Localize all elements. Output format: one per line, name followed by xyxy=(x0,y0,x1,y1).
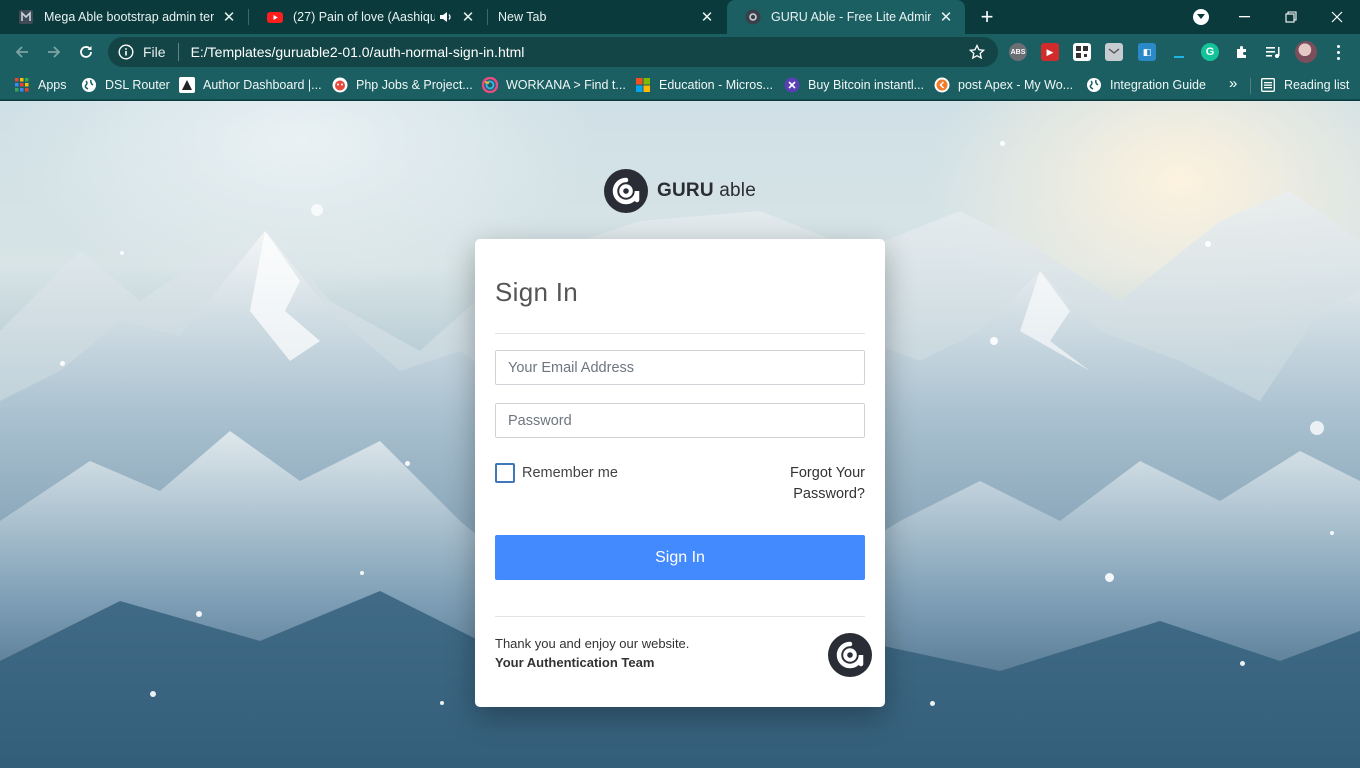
bookmark-author-dashboard[interactable]: Author Dashboard |... xyxy=(179,75,322,95)
tab-title: (27) Pain of love (Aashique 2 xyxy=(293,10,435,24)
bookmark-star-icon[interactable] xyxy=(968,43,986,61)
email-input[interactable] xyxy=(495,350,865,385)
tab-title: Mega Able bootstrap admin tem xyxy=(44,10,214,24)
globe-icon xyxy=(81,77,97,93)
close-tab-icon[interactable]: ✕ xyxy=(698,8,716,26)
bookmark-apps[interactable]: Apps xyxy=(14,75,67,95)
footer-message: Thank you and enjoy our website. Your Au… xyxy=(495,634,689,672)
browser-tab-strip: Mega Able bootstrap admin tem ✕ (27) Pai… xyxy=(0,0,1360,34)
reading-list-icon xyxy=(1260,77,1276,93)
tab-youtube[interactable]: (27) Pain of love (Aashique 2 ✕ xyxy=(249,0,487,34)
bookmark-buy-bitcoin[interactable]: Buy Bitcoin instantl... xyxy=(784,75,924,95)
remember-me-label: Remember me xyxy=(522,465,618,481)
team-text: Your Authentication Team xyxy=(495,655,655,670)
forgot-password-line1: Forgot Your xyxy=(790,465,865,481)
grammarly-icon[interactable]: G xyxy=(1201,43,1219,61)
close-tab-icon[interactable]: ✕ xyxy=(220,8,238,26)
apps-grid-icon xyxy=(14,77,30,93)
bookmark-integration-guide[interactable]: Integration Guide xyxy=(1086,75,1206,95)
remember-me-checkbox[interactable]: Remember me xyxy=(495,463,618,483)
screen-extension-icon[interactable]: ◧ xyxy=(1138,43,1156,61)
apex-icon xyxy=(934,77,950,93)
guru-logo-mark-icon xyxy=(828,633,872,677)
sign-in-card: Sign In Remember me Forgot Your Password… xyxy=(475,239,885,707)
logo-text-light: able xyxy=(719,180,756,201)
sign-in-title: Sign In xyxy=(495,277,579,307)
microsoft-icon xyxy=(635,77,651,93)
restore-icon[interactable] xyxy=(1268,0,1314,34)
bookmark-label: WORKANA > Find t... xyxy=(506,78,626,92)
media-control-icon[interactable] xyxy=(1264,43,1282,61)
bitcoin-icon xyxy=(784,77,800,93)
underline-extension-icon[interactable] xyxy=(1170,43,1188,61)
browser-toolbar: File E:/Templates/guruable2-01.0/auth-no… xyxy=(0,34,1360,70)
author-icon xyxy=(179,77,195,93)
workana-icon xyxy=(482,77,498,93)
divider xyxy=(495,333,865,334)
sign-in-button[interactable]: Sign In xyxy=(495,535,865,580)
bookmark-label: Php Jobs & Project... xyxy=(356,78,473,92)
speaker-icon[interactable] xyxy=(439,11,453,23)
tab-search-icon[interactable] xyxy=(1193,9,1209,25)
bookmark-label: Author Dashboard |... xyxy=(203,78,322,92)
php-jobs-icon xyxy=(332,77,348,93)
forgot-password-line2: Password? xyxy=(793,486,865,502)
mail-extension-icon[interactable] xyxy=(1105,43,1123,61)
bookmark-label: post Apex - My Wo... xyxy=(958,78,1074,92)
tab-new-tab[interactable]: New Tab ✕ xyxy=(488,0,726,34)
video-extension-icon[interactable]: ▶ xyxy=(1041,43,1059,61)
bookmark-education-microsoft[interactable]: Education - Micros... xyxy=(635,75,773,95)
reload-icon[interactable] xyxy=(73,39,99,65)
close-tab-icon[interactable]: ✕ xyxy=(937,8,955,26)
url-scheme: File xyxy=(143,44,166,60)
bookmark-php-jobs[interactable]: Php Jobs & Project... xyxy=(332,75,473,95)
bookmark-label: Apps xyxy=(38,78,67,92)
reading-list-button[interactable]: Reading list xyxy=(1260,75,1349,95)
tab-title: New Tab xyxy=(498,10,547,24)
guru-logo-mark-icon xyxy=(604,169,648,213)
tab-mega-able[interactable]: Mega Able bootstrap admin tem ✕ xyxy=(0,0,248,34)
bookmarks-bar: Apps DSL Router Author Dashboard |... Ph… xyxy=(0,70,1360,100)
globe-icon xyxy=(1086,77,1102,93)
bookmarks-overflow-icon[interactable]: » xyxy=(1229,75,1237,92)
bookmark-workana[interactable]: WORKANA > Find t... xyxy=(482,75,626,95)
new-tab-button[interactable]: + xyxy=(974,4,1000,29)
bookmark-label: Integration Guide xyxy=(1110,78,1206,92)
forward-arrow-icon[interactable] xyxy=(41,39,67,65)
password-input[interactable] xyxy=(495,403,865,438)
info-icon[interactable] xyxy=(118,44,134,60)
bookmark-label: Buy Bitcoin instantl... xyxy=(808,78,925,92)
reading-list-label: Reading list xyxy=(1284,78,1350,92)
close-tab-icon[interactable]: ✕ xyxy=(459,8,477,26)
url-text[interactable]: E:/Templates/guruable2-01.0/auth-normal-… xyxy=(191,44,968,60)
bookmark-label: DSL Router xyxy=(105,78,170,92)
bookmark-label: Education - Micros... xyxy=(659,78,773,92)
checkbox-box[interactable] xyxy=(495,463,515,483)
guru-favicon xyxy=(745,9,761,25)
bookmark-dsl-router[interactable]: DSL Router xyxy=(81,75,170,95)
close-window-icon[interactable] xyxy=(1314,0,1360,34)
thanks-text: Thank you and enjoy our website. xyxy=(495,636,690,651)
profile-avatar[interactable] xyxy=(1295,41,1317,63)
youtube-favicon xyxy=(267,9,283,25)
page-viewport: GURU able Sign In Remember me Forgot You… xyxy=(0,101,1360,768)
tab-title: GURU Able - Free Lite Admin Ten xyxy=(771,10,931,24)
adblock-extension-icon[interactable]: ABS xyxy=(1009,43,1027,61)
tab-guru-able[interactable]: GURU Able - Free Lite Admin Ten ✕ xyxy=(727,0,965,34)
chrome-menu-icon[interactable] xyxy=(1329,43,1347,61)
logo-text-bold: GURU xyxy=(657,180,714,201)
guru-able-logo: GURU able xyxy=(604,168,756,214)
mega-able-favicon xyxy=(18,9,34,25)
qr-extension-icon[interactable] xyxy=(1073,43,1091,61)
bookmark-post-apex[interactable]: post Apex - My Wo... xyxy=(934,75,1073,95)
minimize-icon[interactable] xyxy=(1222,0,1268,34)
back-arrow-icon[interactable] xyxy=(9,39,35,65)
forgot-password-link[interactable]: Forgot Your Password? xyxy=(745,463,865,505)
address-bar[interactable]: File E:/Templates/guruable2-01.0/auth-no… xyxy=(108,37,998,67)
extensions-puzzle-icon[interactable] xyxy=(1233,43,1251,61)
divider xyxy=(495,616,865,617)
